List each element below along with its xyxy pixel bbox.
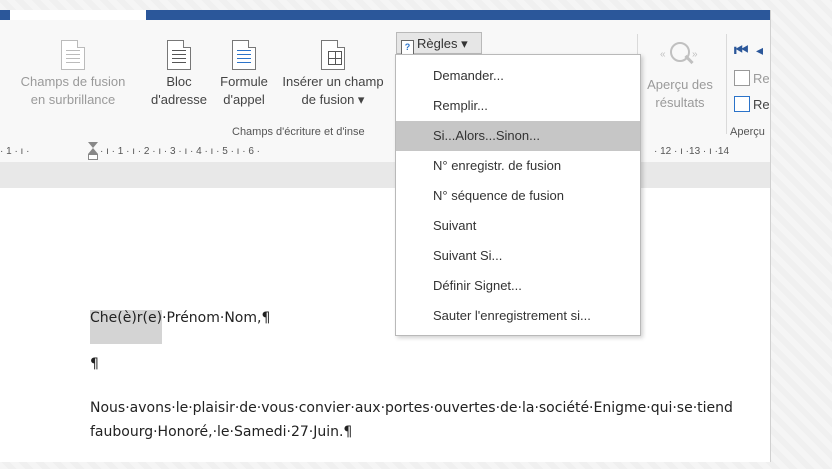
previous-record-icon[interactable]: ◂ (756, 42, 763, 59)
body-line-1: Nous·avons·le·plaisir·de·vous·convier·au… (90, 400, 733, 416)
greeting-line-button[interactable]: Formule d'appel (214, 40, 274, 109)
page-top-margin (0, 162, 770, 189)
rules-icon: ? (401, 40, 414, 55)
menu-item-no-sequence[interactable]: N° séquence de fusion (396, 181, 640, 211)
active-tab-indicator[interactable] (10, 10, 146, 20)
ribbon-tab-strip (0, 10, 770, 20)
find-recipient-button[interactable]: Re (734, 70, 770, 86)
group-label-write-insert: Champs d'écriture et d'inse (232, 126, 365, 138)
address-block-button[interactable]: Bloc d'adresse (146, 40, 212, 109)
highlight-merge-fields-button[interactable]: Champs de fusion en surbrillance (0, 40, 146, 109)
body-line-2: faubourg·Honoré,·le·Samedi·27·Juin.¶ (90, 424, 353, 440)
check-errors-button[interactable]: Re (734, 96, 770, 112)
menu-item-suivant[interactable]: Suivant (396, 211, 640, 241)
insert-merge-field-button[interactable]: Insérer un champ de fusion ▾ (274, 40, 392, 109)
preview-abc-icon: «» (660, 40, 700, 70)
document-page[interactable]: Che(è)r(e)·Prénom·Nom,¶ ¶ Nous·avons·le·… (0, 188, 770, 462)
horizontal-ruler[interactable]: · 1 · ı · · ı · 1 · ı · 2 · ı · 3 · ı · … (0, 142, 770, 162)
group-label-preview: Aperçu (730, 126, 765, 138)
group-separator (726, 34, 727, 134)
check-icon (734, 96, 750, 112)
document-icon (61, 40, 85, 70)
menu-item-sauter[interactable]: Sauter l'enregistrement si... (396, 301, 640, 331)
greeting-line-icon (232, 40, 256, 70)
preview-results-button[interactable]: «» Aperçu des résultats (642, 40, 718, 112)
menu-item-demander[interactable]: Demander... (396, 61, 640, 91)
greeting-line[interactable]: Che(è)r(e)·Prénom·Nom,¶ (90, 310, 270, 344)
menu-item-definir-signet[interactable]: Définir Signet... (396, 271, 640, 301)
merge-field-cher[interactable]: Che(è)r(e) (90, 310, 163, 344)
menu-item-si-alors-sinon[interactable]: Si...Alors...Sinon... (396, 121, 640, 151)
rules-dropdown-button[interactable]: ? Règles ▾ (396, 32, 482, 55)
insert-field-icon (321, 40, 345, 70)
rules-dropdown-menu: Demander... Remplir... Si...Alors...Sino… (395, 54, 641, 336)
ribbon: Champs de fusion en surbrillance Bloc d'… (0, 20, 770, 143)
menu-item-remplir[interactable]: Remplir... (396, 91, 640, 121)
menu-item-no-enregistr[interactable]: N° enregistr. de fusion (396, 151, 640, 181)
first-record-icon[interactable]: ⏮ (734, 42, 748, 60)
indent-marker[interactable] (88, 142, 98, 160)
menu-item-suivant-si[interactable]: Suivant Si... (396, 241, 640, 271)
search-icon (734, 70, 750, 86)
address-block-icon (167, 40, 191, 70)
empty-paragraph: ¶ (90, 356, 99, 372)
word-window: Champs de fusion en surbrillance Bloc d'… (0, 10, 771, 462)
